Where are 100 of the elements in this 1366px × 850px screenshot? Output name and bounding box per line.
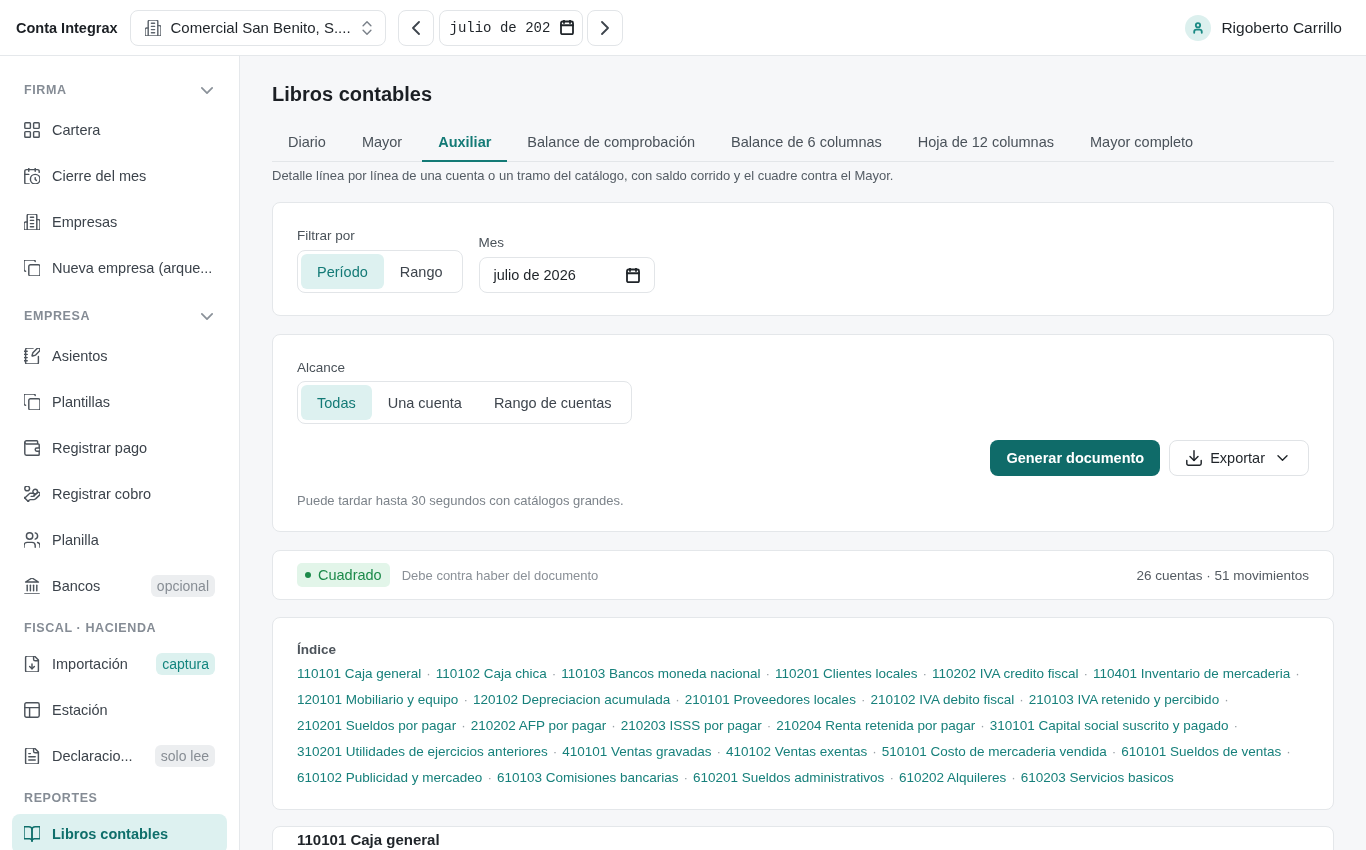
link-separator: · xyxy=(1224,691,1229,709)
account-link[interactable]: 210103 IVA retenido y percibido xyxy=(1028,687,1220,713)
account-link[interactable]: 410102 Ventas exentas xyxy=(726,739,868,765)
nav-item[interactable]: Bancos xyxy=(12,566,151,606)
field-label: Alcance xyxy=(297,359,346,377)
company-select[interactable]: Comercial San Benito, S.... xyxy=(129,9,386,46)
section-title: FISCAL · HACIENDA xyxy=(24,621,157,635)
grid-icon xyxy=(24,122,40,138)
link-separator: · xyxy=(766,717,772,735)
account-link[interactable]: 110103 Bancos moneda nacional xyxy=(561,661,761,687)
nav-item[interactable]: Nueva empresa (arque... xyxy=(12,248,227,288)
tab[interactable]: Auxiliar xyxy=(422,124,508,162)
app-name: Conta Integrax xyxy=(16,19,118,36)
account-link[interactable]: 510101 Costo de mercaderia vendida xyxy=(881,739,1107,765)
nav-item[interactable]: Libros contables xyxy=(12,814,227,850)
account-link[interactable]: 110102 Caja chica xyxy=(435,661,547,687)
link-separator: · xyxy=(1083,665,1089,683)
account-link[interactable]: 610202 Alquileres xyxy=(898,765,1007,791)
section-title: EMPRESA xyxy=(24,309,91,323)
account-link[interactable]: 610103 Comisiones bancarias xyxy=(496,765,679,791)
nav-item[interactable]: Registrar cobro xyxy=(12,474,227,514)
account-link[interactable]: 110401 Inventario de mercaderia xyxy=(1093,661,1291,687)
account-link[interactable]: 610101 Sueldos de ventas xyxy=(1121,739,1282,765)
nav-badge: solo lee xyxy=(154,745,215,767)
previous-month-button[interactable] xyxy=(397,9,434,46)
link-separator: · xyxy=(1286,743,1291,761)
nav-item[interactable]: Planilla xyxy=(12,520,227,560)
segment-option[interactable]: Una cuenta xyxy=(371,385,478,420)
account-link[interactable]: 610201 Sueldos administrativos xyxy=(693,765,885,791)
nav-item[interactable]: Empresas xyxy=(12,202,227,242)
segment-option[interactable]: Rango xyxy=(383,254,459,289)
account-link[interactable]: 110101 Caja general xyxy=(297,661,422,687)
book-open-icon xyxy=(24,826,40,842)
account-link[interactable]: 310101 Capital social suscrito y pagado xyxy=(989,713,1229,739)
account-link[interactable]: 210202 AFP por pagar xyxy=(470,713,607,739)
account-link[interactable]: 210201 Sueldos por pagar xyxy=(297,713,457,739)
link-separator: · xyxy=(872,743,877,761)
user-avatar-icon[interactable] xyxy=(1185,14,1212,41)
segment-option[interactable]: Todas xyxy=(301,385,372,420)
chevron-down-icon[interactable] xyxy=(201,86,213,94)
field-label: Filtrar por xyxy=(297,227,355,245)
nav-item[interactable]: Declaracio... xyxy=(12,736,155,776)
nav-badge: captura xyxy=(156,653,215,675)
tab[interactable]: Balance de comprobación xyxy=(511,124,712,162)
account-link[interactable]: 110202 IVA credito fiscal xyxy=(931,661,1079,687)
link-separator: · xyxy=(922,665,927,683)
building-icon xyxy=(144,19,161,36)
link-separator: · xyxy=(1011,769,1016,787)
section-title: FIRMA xyxy=(24,83,67,97)
nav-badge: opcional xyxy=(150,575,215,597)
users-icon xyxy=(24,532,40,548)
account-link[interactable]: 610102 Publicidad y mercadeo xyxy=(297,765,483,791)
export-button[interactable]: Exportar xyxy=(1169,440,1309,476)
section-title: REPORTES xyxy=(24,791,98,805)
account-link[interactable]: 120102 Depreciacion acumulada xyxy=(472,687,671,713)
account-link[interactable]: 110201 Clientes locales xyxy=(775,661,918,687)
month-field[interactable]: julio de 202 xyxy=(438,9,583,46)
link-separator: · xyxy=(980,717,985,735)
next-month-button[interactable] xyxy=(586,9,623,46)
link-separator: · xyxy=(675,691,680,709)
account-link[interactable]: 210204 Renta retenida por pagar xyxy=(776,713,976,739)
nav-item[interactable]: Cartera xyxy=(12,110,227,150)
document-icon xyxy=(24,748,40,764)
account-link[interactable]: 410101 Ventas gravadas xyxy=(562,739,712,765)
account-link[interactable]: 310201 Utilidades de ejercicios anteriores xyxy=(297,739,548,765)
nav-item[interactable]: Estación xyxy=(12,690,227,730)
nav-item[interactable]: Cierre del mes xyxy=(12,156,227,196)
link-separator: · xyxy=(426,665,431,683)
nav-item[interactable]: Registrar pago xyxy=(12,428,227,468)
account-link[interactable]: 120101 Mobiliario y equipo xyxy=(297,687,459,713)
bank-icon xyxy=(24,578,40,594)
hand-coins-icon xyxy=(24,486,40,502)
chevron-down-icon[interactable] xyxy=(201,312,213,320)
tab[interactable]: Mayor completo xyxy=(1074,124,1210,162)
account-link[interactable]: 210102 IVA debito fiscal xyxy=(870,687,1015,713)
status-dot-icon xyxy=(305,572,311,578)
nav-item[interactable]: Importación xyxy=(12,644,157,684)
account-link[interactable]: 210101 Proveedores locales xyxy=(684,687,856,713)
nav-item[interactable]: Plantillas xyxy=(12,382,227,422)
account-link[interactable]: 610203 Servicios basicos xyxy=(1020,765,1174,791)
link-separator: · xyxy=(463,691,468,709)
generate-button[interactable]: Generar documento xyxy=(990,440,1161,476)
tab[interactable]: Diario xyxy=(272,124,342,162)
segment-option[interactable]: Período xyxy=(301,254,384,289)
link-separator: · xyxy=(889,769,894,787)
month-field[interactable]: julio de 2026 xyxy=(478,257,655,293)
status-label: Cuadrado xyxy=(318,567,382,583)
calendar-clock-icon xyxy=(24,168,40,184)
segment-option[interactable]: Rango de cuentas xyxy=(477,385,628,420)
link-separator: · xyxy=(552,743,558,761)
hint-text: Puede tardar hasta 30 segundos con catálogos grandes. xyxy=(297,492,624,510)
nav-item[interactable]: Asientos xyxy=(12,336,227,376)
tab[interactable]: Mayor xyxy=(345,124,419,162)
account-link[interactable]: 210203 ISSS por pagar xyxy=(620,713,762,739)
tab[interactable]: Balance de 6 columnas xyxy=(715,124,898,162)
tab[interactable]: Hoja de 12 columnas xyxy=(901,124,1070,162)
link-separator: · xyxy=(461,717,466,735)
account-title: 110101 Caja general xyxy=(297,832,440,847)
link-separator: · xyxy=(860,691,866,709)
summary-text: 26 cuentas · 51 movimientos xyxy=(1136,567,1309,583)
